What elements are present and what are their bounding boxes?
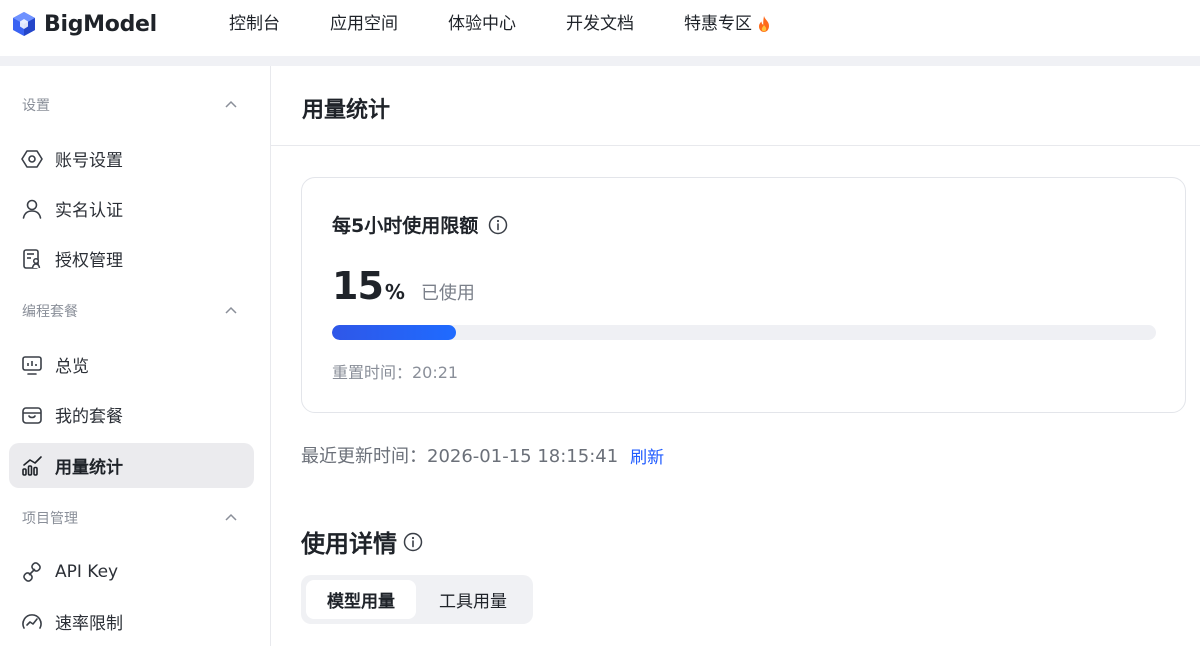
speedometer-icon xyxy=(21,611,43,633)
usage-tabs: 模型用量 工具用量 xyxy=(301,575,533,624)
usage-percent-unit: % xyxy=(384,280,405,304)
page-title: 用量统计 xyxy=(302,98,391,123)
quota-card-title-text: 每5小时使用限额 xyxy=(332,215,479,237)
sidebar-item-authorization[interactable]: 授权管理 xyxy=(9,236,254,281)
main-nav: 控制台 应用空间 体验中心 开发文档 特惠专区 xyxy=(229,13,822,35)
brand-name: BigModel xyxy=(44,11,157,37)
info-icon[interactable] xyxy=(403,532,423,552)
sidebar-item-real-name-auth[interactable]: 实名认证 xyxy=(9,186,254,231)
user-icon xyxy=(21,198,43,220)
sidebar-item-label: API Key xyxy=(55,561,119,582)
tab-tool-usage[interactable]: 工具用量 xyxy=(418,580,528,619)
sidebar: 设置 账号设置 实名认证 授权管理 编程套餐 总览 我的套餐 用量统计 项目管理… xyxy=(0,66,271,646)
sidebar-item-label: 我的套餐 xyxy=(55,407,123,427)
package-box-icon xyxy=(21,404,43,426)
hexagon-settings-icon xyxy=(21,148,43,170)
quota-card-title: 每5小时使用限额 xyxy=(332,211,508,238)
chevron-up-icon xyxy=(225,513,237,521)
sidebar-item-usage-stats[interactable]: 用量统计 xyxy=(9,443,254,488)
tab-model-usage[interactable]: 模型用量 xyxy=(306,580,416,619)
refresh-link[interactable]: 刷新 xyxy=(630,443,664,468)
sidebar-section-settings-header[interactable]: 设置 xyxy=(22,95,238,115)
sidebar-section-project-mgmt-header[interactable]: 项目管理 xyxy=(22,508,238,528)
usage-detail-title: 使用详情 xyxy=(301,524,423,559)
bar-trend-icon xyxy=(21,455,43,477)
sidebar-item-rate-limit[interactable]: 速率限制 xyxy=(9,599,254,644)
sidebar-section-title: 设置 xyxy=(22,98,50,114)
chevron-up-icon xyxy=(225,100,237,108)
document-person-icon xyxy=(21,248,43,270)
top-navbar: BigModel 控制台 应用空间 体验中心 开发文档 特惠专区 xyxy=(0,0,1200,56)
nav-item-label: 开发文档 xyxy=(566,14,634,34)
sidebar-item-my-plan[interactable]: 我的套餐 xyxy=(9,392,254,437)
last-updated-text: 最近更新时间：2026-01-15 18:15:41 xyxy=(301,446,619,467)
sidebar-section-title: 编程套餐 xyxy=(22,304,78,320)
quota-card: 每5小时使用限额 15 % 已使用 重置时间：20:21 xyxy=(301,177,1186,413)
sidebar-item-label: 账号设置 xyxy=(55,151,123,171)
header-divider-strip xyxy=(0,56,1200,66)
sidebar-item-account-settings[interactable]: 账号设置 xyxy=(9,136,254,181)
usage-used-label: 已使用 xyxy=(420,283,475,304)
usage-progress-bar xyxy=(332,325,1156,340)
sidebar-item-api-key[interactable]: API Key xyxy=(9,549,254,594)
sidebar-item-label: 实名认证 xyxy=(55,201,123,221)
sidebar-item-label: 总览 xyxy=(55,357,89,377)
nav-item-label: 特惠专区 xyxy=(684,14,752,34)
usage-percent-value: 15 xyxy=(332,264,384,308)
sidebar-item-label: 授权管理 xyxy=(55,251,123,271)
usage-detail-title-text: 使用详情 xyxy=(301,530,397,558)
chevron-up-icon xyxy=(225,306,237,314)
usage-progress-fill xyxy=(332,325,456,340)
key-link-icon xyxy=(21,561,43,583)
brand-logo-link[interactable]: BigModel xyxy=(12,11,157,37)
nav-item-docs[interactable]: 开发文档 xyxy=(566,13,634,35)
nav-item-label: 体验中心 xyxy=(448,14,516,34)
sidebar-item-label: 用量统计 xyxy=(55,458,123,478)
sidebar-item-label: 速率限制 xyxy=(55,614,123,634)
reset-time-text: 重置时间：20:21 xyxy=(332,363,459,382)
monitor-chart-icon xyxy=(21,354,43,376)
main-content: 用量统计 每5小时使用限额 15 % 已使用 重置时间：20:21 最近更新时间… xyxy=(271,66,1200,646)
title-divider xyxy=(271,145,1200,146)
nav-item-console[interactable]: 控制台 xyxy=(229,13,280,35)
last-updated: 最近更新时间：2026-01-15 18:15:41 刷新 xyxy=(301,442,664,468)
sidebar-section-coding-plan-header[interactable]: 编程套餐 xyxy=(22,301,238,321)
sidebar-item-overview[interactable]: 总览 xyxy=(9,342,254,387)
nav-item-experience-center[interactable]: 体验中心 xyxy=(448,13,516,35)
nav-item-label: 控制台 xyxy=(229,14,280,34)
nav-item-app-space[interactable]: 应用空间 xyxy=(330,13,398,35)
usage-percent: 15 % 已使用 xyxy=(332,264,475,308)
bigmodel-logo-icon xyxy=(13,12,35,36)
sidebar-section-title: 项目管理 xyxy=(22,511,78,527)
fire-icon xyxy=(759,16,769,32)
nav-item-label: 应用空间 xyxy=(330,14,398,34)
nav-item-special-offers[interactable]: 特惠专区 xyxy=(684,13,772,35)
info-icon[interactable] xyxy=(488,215,508,235)
